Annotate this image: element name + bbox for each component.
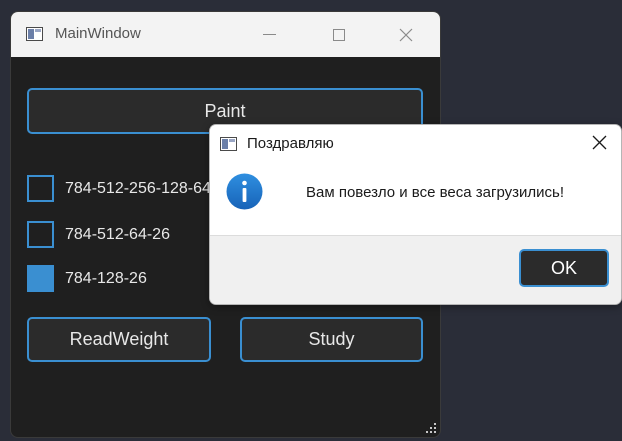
maximize-icon — [333, 28, 345, 41]
window-title: MainWindow — [55, 25, 141, 42]
checkbox[interactable] — [27, 221, 54, 248]
maximize-button[interactable] — [316, 12, 362, 57]
app-window-icon — [220, 137, 237, 151]
close-button[interactable] — [383, 12, 429, 57]
checkbox[interactable] — [27, 175, 54, 202]
app-window-icon — [26, 27, 43, 41]
close-icon — [592, 135, 606, 150]
dialog-close-button[interactable] — [577, 125, 621, 160]
minimize-icon — [262, 34, 276, 35]
checkbox-label: 784-128-26 — [65, 269, 147, 287]
info-icon — [226, 173, 263, 210]
dialog-footer: OK — [210, 235, 621, 304]
close-icon — [399, 28, 413, 41]
checkbox-row[interactable]: 784-128-26 — [27, 265, 147, 292]
resize-grip-icon[interactable] — [426, 423, 436, 433]
main-titlebar[interactable]: MainWindow — [11, 12, 440, 57]
dialog-message: Вам повезло и все веса загрузились! — [306, 184, 564, 201]
read-weight-button[interactable]: ReadWeight — [27, 317, 211, 362]
dialog-body: Вам повезло и все веса загрузились! — [210, 160, 621, 235]
checkbox[interactable] — [27, 265, 54, 292]
dialog-title: Поздравляю — [247, 135, 334, 152]
message-box: Поздравляю Вам повезло и все веса загруз… — [209, 124, 622, 305]
checkbox-row[interactable]: 784-512-256-128-64-26 — [27, 175, 234, 202]
dialog-titlebar[interactable]: Поздравляю — [210, 125, 621, 160]
minimize-button[interactable] — [246, 12, 292, 57]
ok-button[interactable]: OK — [519, 249, 609, 287]
checkbox-row[interactable]: 784-512-64-26 — [27, 221, 170, 248]
checkbox-label: 784-512-64-26 — [65, 225, 170, 243]
study-button[interactable]: Study — [240, 317, 423, 362]
